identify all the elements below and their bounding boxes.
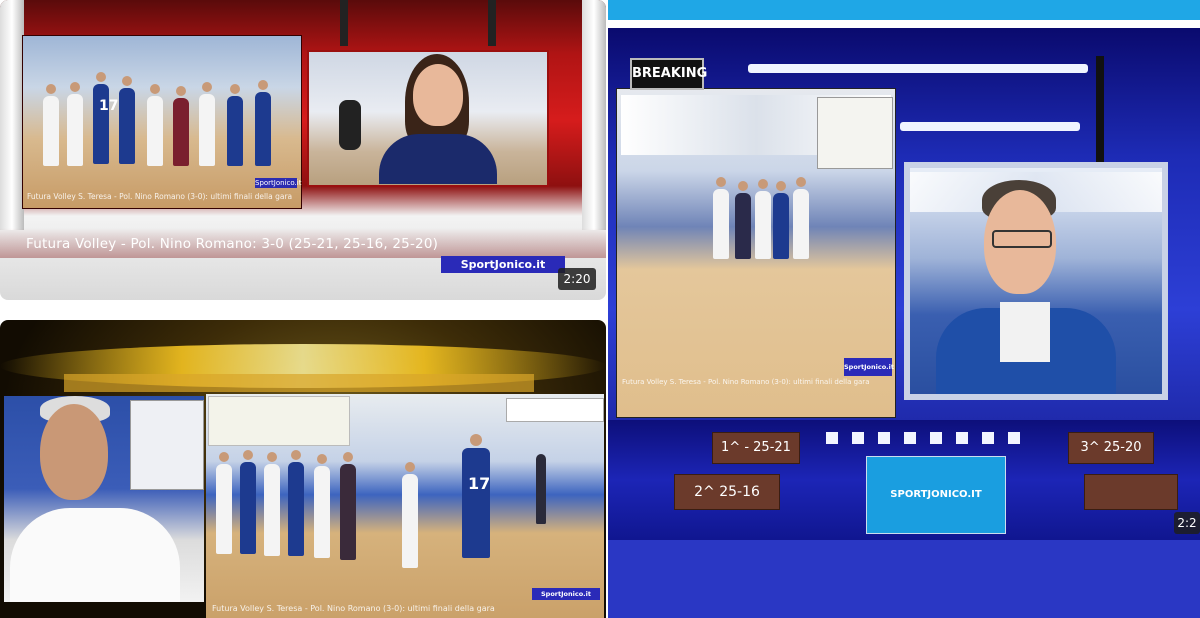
sportjonico-logo: SPORTJONICO.IT	[866, 456, 1006, 534]
studio-light	[748, 64, 1088, 73]
breaking-label: BREAKING	[630, 58, 707, 90]
match-score-line: Futura Volley - Pol. Nino Romano: 3-0 (2…	[26, 236, 439, 252]
video-duration: 2:2	[1174, 512, 1200, 534]
set-score-2: 2^ 25-16	[674, 474, 780, 510]
set-score-3: 3^ 25-20	[1068, 432, 1154, 464]
blue-backdrop	[608, 540, 1200, 618]
video-inset-coach	[4, 396, 204, 602]
watermark-badge: SportJonico.it	[844, 358, 894, 376]
site-badge: SportJonico.it	[441, 256, 565, 273]
top-accent-bar	[608, 0, 1200, 20]
studio-light	[900, 122, 1080, 131]
video-inset-interview	[307, 50, 549, 187]
video-caption: Futura Volley S. Teresa - Pol. Nino Roma…	[27, 192, 293, 201]
watermark-badge: SportJonico.it	[532, 588, 600, 600]
set-score-1: 1^ - 25-21	[712, 432, 800, 464]
video-frame-team-celebration: 17 SportJonico.it Futura Volley S. Teres…	[22, 35, 302, 209]
studio-pillar	[0, 0, 24, 230]
video-thumbnail-bottom-left[interactable]: 17 SportJonico.it Futura Volley S. Teres…	[0, 320, 606, 618]
video-duration: 2:20	[558, 268, 596, 290]
video-caption: Futura Volley S. Teresa - Pol. Nino Roma…	[622, 378, 870, 386]
video-thumbnail-top-left[interactable]: 17 SportJonico.it Futura Volley S. Teres…	[0, 0, 606, 300]
studio-pillar	[582, 0, 606, 230]
video-frame-team-lineup: 17	[206, 394, 604, 618]
video-caption: Futura Volley S. Teresa - Pol. Nino Roma…	[212, 604, 495, 613]
watermark-badge: SportJonico.it	[255, 178, 302, 188]
studio-rail	[340, 0, 348, 46]
video-thumbnail-top-right[interactable]: BREAKING Futura Volley S. Teresa - Pol. …	[608, 28, 1200, 540]
video-inset-coach-interview	[904, 162, 1168, 400]
studio-rail	[488, 0, 496, 46]
empty-score-slot	[1084, 474, 1178, 510]
